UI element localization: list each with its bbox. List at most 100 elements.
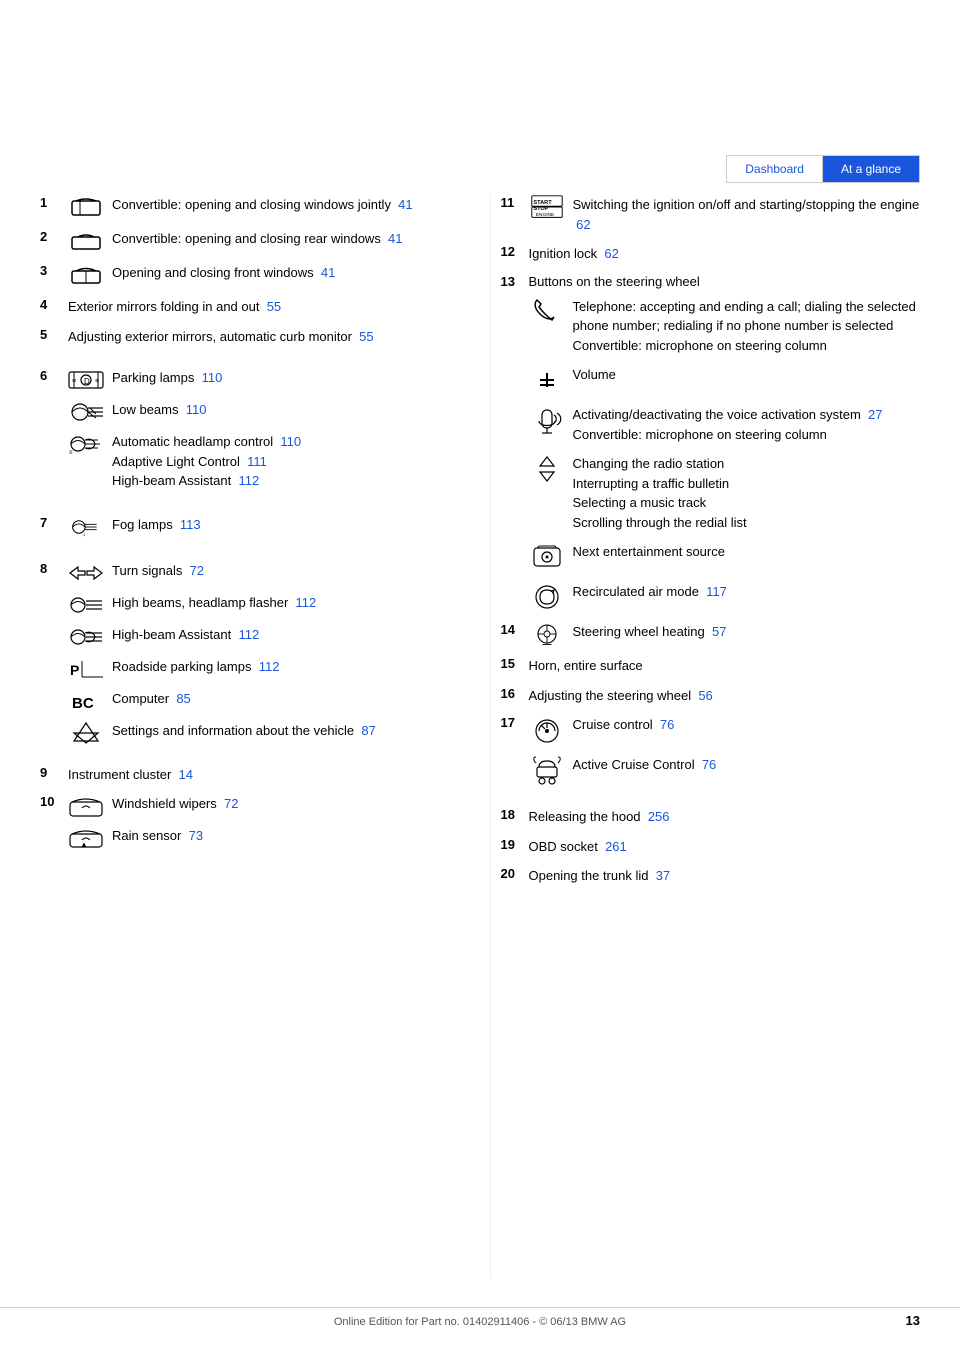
entry-16-text: Adjusting the steering wheel 56 — [529, 686, 921, 706]
entry-6-num: 6 — [40, 368, 60, 383]
tab-dashboard-label: Dashboard — [745, 162, 804, 176]
entry-3-num: 3 — [40, 263, 60, 278]
entry-2-text: Convertible: opening and closing rear wi… — [112, 229, 460, 249]
phone-button-text: Telephone: accepting and ending a call; … — [573, 297, 921, 356]
roadside-parking-text: Roadside parking lamps 112 — [112, 657, 460, 677]
parking-lamps-text: Parking lamps 110 — [112, 368, 460, 388]
entry-14-text: Steering wheel heating 57 — [573, 622, 921, 642]
entry-19-num: 19 — [501, 837, 521, 852]
entry-15-text: Horn, entire surface — [529, 656, 921, 676]
entry-9-text: Instrument cluster 14 — [68, 765, 460, 785]
low-beams-text: Low beams 110 — [112, 400, 460, 420]
entry-8-hba: High-beam Assistant 112 — [68, 625, 460, 649]
entry-13-voice: Activating/deactivating the voice activa… — [529, 405, 921, 444]
rain-sensor-icon: ▲ — [68, 826, 104, 850]
entry-13-num: 13 — [501, 274, 521, 289]
entry-4-num: 4 — [40, 297, 60, 312]
page-number: 13 — [906, 1313, 920, 1328]
entry-10-wipers: Windshield wipers 72 — [68, 794, 460, 818]
fog-lamps-icon: ↓ — [68, 515, 104, 539]
steering-wheel-heating-icon — [529, 622, 565, 646]
entry-9: 9 Instrument cluster 14 — [40, 765, 460, 785]
entry-7: 7 ↓ Fog lamps 113 — [40, 515, 460, 539]
entry-11: 11 START STOP ENGINE Switching the ignit… — [501, 195, 921, 234]
high-beams-flasher-text: High beams, headlamp flasher 112 — [112, 593, 460, 613]
entry-13-recirculated: Recirculated air mode 117 — [529, 582, 921, 612]
voice-activation-icon — [529, 405, 565, 435]
entry-18-num: 18 — [501, 807, 521, 822]
page-container: Dashboard At a glance 1 Convertible: — [0, 0, 960, 1358]
entry-6-parking: D ≡ ≡ Parking lamps 110 — [68, 368, 460, 392]
start-stop-icon: START STOP ENGINE — [529, 195, 565, 219]
entry-2-icon — [68, 229, 104, 253]
tab-at-a-glance[interactable]: At a glance — [823, 156, 919, 182]
computer-text: Computer 85 — [112, 689, 460, 709]
entry-5: 5 Adjusting exterior mirrors, automatic … — [40, 327, 460, 347]
entry-1-icon — [68, 195, 104, 219]
entry-6-autoheadlamp: ≡ Automatic headlamp control 110 Adaptiv… — [68, 432, 460, 491]
entry-13-header: 13 Buttons on the steering wheel Telepho… — [501, 274, 921, 623]
entry-3-icon — [68, 263, 104, 287]
entry-14: 14 Steering wheel heatin — [501, 622, 921, 646]
recirculated-air-text: Recirculated air mode 117 — [573, 582, 921, 602]
radio-station-text: Changing the radio station Interrupting … — [573, 454, 921, 532]
next-entertainment-icon — [529, 542, 565, 572]
entry-15-num: 15 — [501, 656, 521, 671]
parking-lamps-icon: D ≡ ≡ — [68, 368, 104, 392]
tab-at-a-glance-label: At a glance — [841, 162, 901, 176]
entry-18-text: Releasing the hood 256 — [529, 807, 921, 827]
entry-13-radio: Changing the radio station Interrupting … — [529, 454, 921, 532]
recirculated-air-icon — [529, 582, 565, 612]
right-column: 11 START STOP ENGINE Switching the ignit… — [490, 195, 921, 1278]
entry-8-header: 8 Turn signals 72 — [40, 561, 460, 753]
entry-8-computer: BC Computer 85 — [68, 689, 460, 713]
windshield-wipers-icon — [68, 794, 104, 818]
svg-text:START: START — [533, 200, 552, 206]
entry-8-settings: Settings and information about the vehic… — [68, 721, 460, 745]
entry-10-num: 10 — [40, 794, 60, 809]
entry-15: 15 Horn, entire surface — [501, 656, 921, 676]
entry-17-header: 17 — [501, 715, 921, 795]
active-cruise-control-icon — [529, 755, 565, 787]
entry-3-text: Opening and closing front windows 41 — [112, 263, 460, 283]
entry-20-num: 20 — [501, 866, 521, 881]
svg-text:▲: ▲ — [80, 840, 88, 849]
entry-17-cruise: Cruise control 76 — [529, 715, 921, 747]
entry-4-text: Exterior mirrors folding in and out 55 — [68, 297, 460, 317]
entry-7-num: 7 — [40, 515, 60, 530]
phone-button-icon — [529, 297, 565, 327]
entry-9-num: 9 — [40, 765, 60, 780]
entry-17-num: 17 — [501, 715, 521, 730]
left-column: 1 Convertible: opening and closing windo… — [40, 195, 470, 1278]
svg-text:≡: ≡ — [69, 450, 73, 456]
entry-14-num: 14 — [501, 622, 521, 637]
auto-headlamp-icon: ≡ — [68, 432, 104, 456]
footer: Online Edition for Part no. 01402911406 … — [0, 1307, 960, 1328]
entry-4: 4 Exterior mirrors folding in and out 55 — [40, 297, 460, 317]
entry-6-lowbeams: Low beams 110 — [68, 400, 460, 424]
entry-1-text: Convertible: opening and closing windows… — [112, 195, 460, 215]
entry-8-roadside: P Roadside parking lamps 112 — [68, 657, 460, 681]
settings-text: Settings and information about the vehic… — [112, 721, 460, 741]
entry-8-turnsignals: Turn signals 72 — [68, 561, 460, 585]
entry-19-text: OBD socket 261 — [529, 837, 921, 857]
tab-dashboard[interactable]: Dashboard — [727, 156, 823, 182]
high-beam-assistant-text: High-beam Assistant 112 — [112, 625, 460, 645]
main-content: 1 Convertible: opening and closing windo… — [40, 195, 920, 1278]
svg-text:P: P — [70, 662, 79, 678]
entry-16-num: 16 — [501, 686, 521, 701]
radio-station-icon — [529, 454, 565, 484]
voice-activation-text: Activating/deactivating the voice activa… — [573, 405, 921, 444]
turn-signals-icon — [68, 561, 104, 585]
entry-8-num: 8 — [40, 561, 60, 576]
auto-headlamp-text: Automatic headlamp control 110 Adaptive … — [112, 432, 460, 491]
svg-text:ENGINE: ENGINE — [535, 212, 553, 218]
entry-19: 19 OBD socket 261 — [501, 837, 921, 857]
entry-13-title: Buttons on the steering wheel — [529, 274, 921, 289]
entry-2-num: 2 — [40, 229, 60, 244]
low-beams-icon — [68, 400, 104, 424]
entry-1: 1 Convertible: opening and closing windo… — [40, 195, 460, 219]
computer-bc-icon: BC — [68, 689, 104, 713]
entry-3: 3 Opening and closing front windows 41 — [40, 263, 460, 287]
windshield-wipers-text: Windshield wipers 72 — [112, 794, 460, 814]
